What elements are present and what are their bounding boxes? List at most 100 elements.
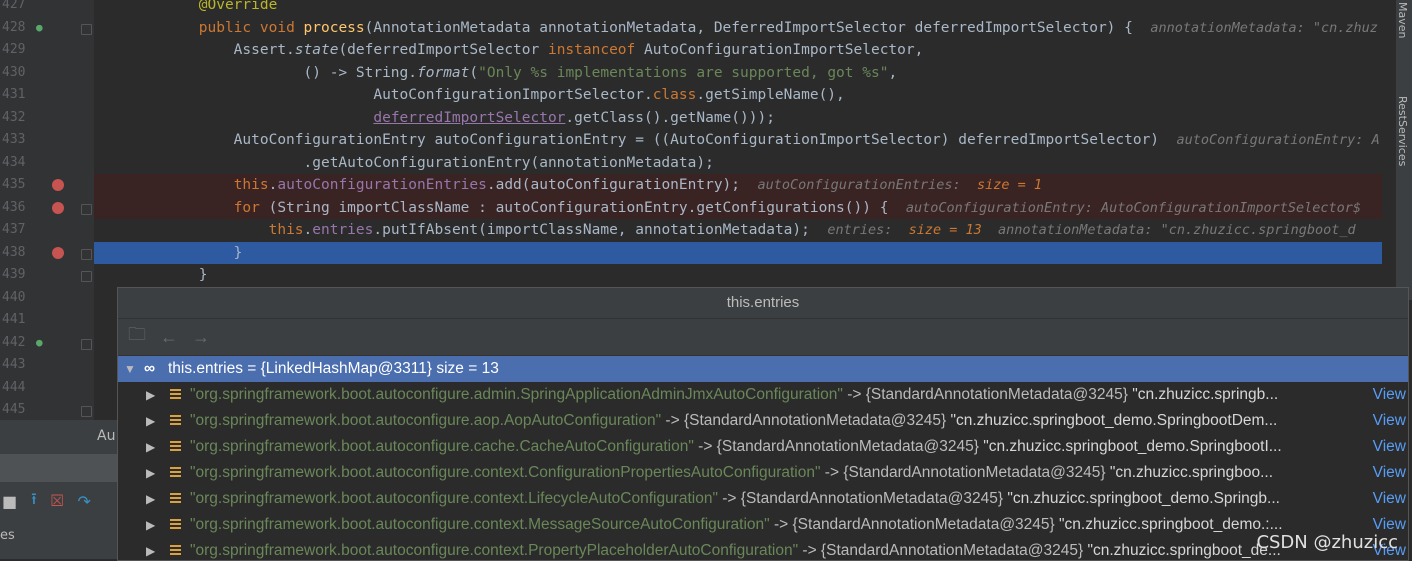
line-number: 431: [2, 87, 26, 102]
field-icon: [170, 441, 181, 452]
code-line[interactable]: deferredImportSelector.getClass().getNam…: [94, 107, 1382, 130]
tree-row[interactable]: ▶ "org.springframework.boot.autoconfigure…: [118, 512, 1408, 538]
code-line[interactable]: public void process(AnnotationMetadata a…: [94, 17, 1382, 40]
line-number: 433: [2, 132, 26, 147]
collapse-arrow-icon[interactable]: ▼: [124, 356, 136, 382]
maven-tool-tab[interactable]: Maven: [1396, 2, 1409, 38]
tree-row[interactable]: ▶ "org.springframework.boot.autoconfigure…: [118, 486, 1408, 512]
view-link[interactable]: View: [1373, 486, 1406, 512]
fold-marker-icon[interactable]: [81, 406, 92, 417]
code-line[interactable]: this.autoConfigurationEntries.add(autoCo…: [94, 174, 1382, 197]
field-icon: [170, 493, 181, 504]
debug-tab-bar: [0, 454, 118, 482]
watermark: CSDN @zhuzicc: [1256, 532, 1398, 553]
field-icon: [170, 389, 181, 400]
line-number: 444: [2, 379, 26, 395]
entry-text: "org.springframework.boot.autoconfigure.…: [190, 412, 1278, 429]
expand-arrow-icon[interactable]: ▶: [146, 460, 155, 486]
code-line[interactable]: }: [94, 241, 1382, 264]
field-icon: [170, 519, 181, 530]
tree-root-label: this.entries = {LinkedHashMap@3311} size…: [168, 360, 499, 377]
entry-text: "org.springframework.boot.autoconfigure.…: [190, 438, 1282, 455]
line-number: 429: [2, 42, 26, 57]
line-number: 428: [2, 19, 26, 35]
tree-row[interactable]: ▶ "org.springframework.boot.autoconfigure…: [118, 434, 1408, 460]
code-line[interactable]: AutoConfigurationEntry autoConfiguration…: [94, 129, 1382, 152]
breakpoint-icon[interactable]: [52, 179, 64, 191]
line-number: 440: [2, 289, 26, 305]
entry-text: "org.springframework.boot.autoconfigure.…: [190, 386, 1279, 403]
code-line[interactable]: }: [94, 264, 1382, 287]
code-line[interactable]: Assert.state(deferredImportSelector inst…: [94, 39, 1382, 62]
breakpoint-icon[interactable]: [52, 201, 64, 214]
fold-marker-icon[interactable]: [81, 338, 92, 350]
override-gutter-icon[interactable]: ●: [36, 21, 43, 34]
step-icon[interactable]: ■: [2, 492, 17, 511]
debug-tab-label[interactable]: Au: [97, 428, 115, 444]
back-arrow-icon[interactable]: ←: [160, 327, 178, 348]
expand-arrow-icon[interactable]: ▶: [146, 434, 155, 460]
line-number: 442: [2, 334, 26, 350]
view-link[interactable]: View: [1373, 460, 1406, 486]
fold-marker-icon[interactable]: [81, 248, 92, 260]
expand-arrow-icon[interactable]: ▶: [146, 382, 155, 408]
code-line[interactable]: @Override: [94, 0, 1382, 17]
entry-text: "org.springframework.boot.autoconfigure.…: [190, 464, 1274, 481]
tree-row[interactable]: ▶ "org.springframework.boot.autoconfigure…: [118, 538, 1408, 560]
view-link[interactable]: View: [1373, 434, 1406, 460]
step-out-icon[interactable]: ⭱: [31, 488, 37, 515]
code-line[interactable]: for (String importClassName : autoConfig…: [94, 196, 1382, 219]
override-gutter-icon[interactable]: ●: [36, 336, 43, 349]
breakpoint-icon[interactable]: [52, 246, 64, 259]
entry-text: "org.springframework.boot.autoconfigure.…: [190, 490, 1280, 507]
expand-arrow-icon[interactable]: ▶: [146, 486, 155, 512]
watch-glasses-icon: ∞: [144, 360, 156, 377]
tree-root-row[interactable]: ▼ ∞ this.entries = {LinkedHashMap@3311} …: [118, 356, 1408, 382]
code-line[interactable]: AutoConfigurationImportSelector.class.ge…: [94, 84, 1382, 107]
line-number: 438: [2, 244, 26, 260]
fold-marker-icon[interactable]: [81, 203, 92, 215]
tree-row[interactable]: ▶ "org.springframework.boot.autoconfigure…: [118, 460, 1408, 486]
line-number: 437: [2, 222, 26, 237]
line-number: 427: [2, 0, 26, 12]
line-number: 435: [2, 177, 26, 192]
frames-label: es: [0, 528, 15, 543]
popup-toolbar: 🗀 ← →: [118, 319, 1408, 356]
evaluate-popup[interactable]: this.entries 🗀 ← → ▼ ∞ this.entries = {L…: [117, 287, 1409, 561]
line-number: 439: [2, 267, 26, 282]
forward-arrow-icon[interactable]: →: [192, 327, 210, 348]
line-number: 436: [2, 199, 26, 215]
view-link[interactable]: View: [1373, 382, 1406, 408]
editor-gutter: 427 428 ● 429 430 431 432 433 434 435 436 437 438 439…: [0, 0, 94, 420]
fold-marker-icon[interactable]: [81, 271, 92, 282]
folder-icon[interactable]: 🗀: [128, 322, 146, 352]
line-number: 432: [2, 109, 26, 125]
tree-row[interactable]: ▶ "org.springframework.boot.autoconfigure…: [118, 382, 1408, 408]
line-number: 445: [2, 402, 26, 417]
code-line[interactable]: () -> String.format("Only %s implementat…: [94, 62, 1382, 85]
view-link[interactable]: View: [1373, 408, 1406, 434]
right-tool-strip: Maven RestServices: [1396, 0, 1412, 300]
expand-arrow-icon[interactable]: ▶: [146, 512, 155, 538]
debug-panel: Au ■ ⭱ ⮽ ↷ es: [0, 420, 118, 559]
code-line[interactable]: this.entries.putIfAbsent(importClassName…: [94, 219, 1382, 242]
variables-tree[interactable]: ▼ ∞ this.entries = {LinkedHashMap@3311} …: [118, 356, 1408, 560]
code-line[interactable]: .getAutoConfigurationEntry(annotationMet…: [94, 152, 1382, 175]
entry-text: "org.springframework.boot.autoconfigure.…: [190, 516, 1283, 533]
drop-frame-icon[interactable]: ⮽: [51, 491, 64, 511]
fold-marker-icon[interactable]: [81, 23, 92, 35]
popup-title: this.entries: [118, 288, 1408, 319]
field-icon: [170, 467, 181, 478]
line-number: 430: [2, 64, 26, 80]
tree-row[interactable]: ▶ "org.springframework.boot.autoconfigure…: [118, 408, 1408, 434]
restservices-tool-tab[interactable]: RestServices: [1396, 96, 1409, 166]
line-number: 441: [2, 312, 26, 327]
expand-arrow-icon[interactable]: ▶: [146, 408, 155, 434]
run-to-cursor-icon[interactable]: ↷: [78, 492, 91, 511]
field-icon: [170, 415, 181, 426]
debug-toolbar: ■ ⭱ ⮽ ↷: [0, 486, 120, 516]
field-icon: [170, 545, 181, 556]
line-number: 434: [2, 154, 26, 170]
line-number: 443: [2, 357, 26, 372]
expand-arrow-icon[interactable]: ▶: [146, 538, 155, 560]
